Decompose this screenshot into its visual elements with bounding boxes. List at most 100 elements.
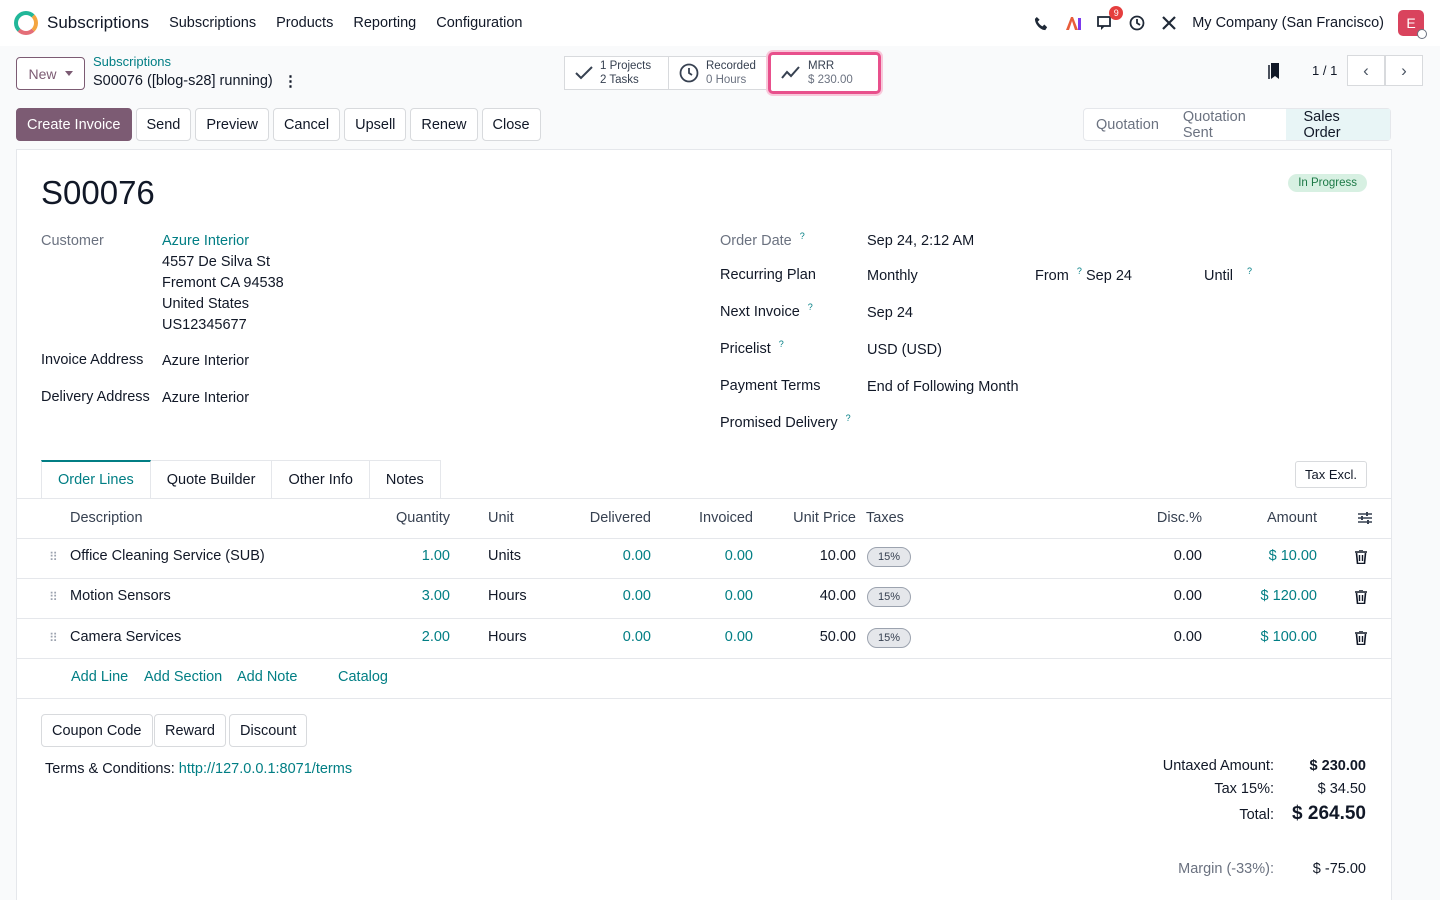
recorded-hours-smart-button[interactable]: Recorded 0 Hours xyxy=(669,57,769,89)
menu-reporting[interactable]: Reporting xyxy=(353,15,416,31)
col-quantity[interactable]: Quantity xyxy=(350,510,450,526)
close-button[interactable]: Close xyxy=(481,108,541,141)
app-logo-icon[interactable] xyxy=(14,11,38,35)
delete-line-icon[interactable] xyxy=(1355,630,1369,647)
pager-previous-button[interactable]: ‹ xyxy=(1347,55,1385,86)
line-invoiced[interactable]: 0.00 xyxy=(653,629,753,645)
reward-button[interactable]: Reward xyxy=(154,714,226,747)
stage-sales-order[interactable]: Sales Order xyxy=(1285,109,1390,141)
help-icon[interactable]: ? xyxy=(1077,266,1082,276)
col-invoiced[interactable]: Invoiced xyxy=(653,510,753,526)
app-name[interactable]: Subscriptions xyxy=(47,13,149,33)
preview-button[interactable]: Preview xyxy=(195,108,269,141)
line-delivered[interactable]: 0.00 xyxy=(551,629,651,645)
tab-order-lines[interactable]: Order Lines xyxy=(41,460,151,499)
tax-excl-toggle[interactable]: Tax Excl. xyxy=(1294,461,1367,488)
next-invoice-field[interactable]: Sep 24 xyxy=(867,305,913,321)
line-description[interactable]: Office Cleaning Service (SUB) xyxy=(70,548,265,564)
add-section-link[interactable]: Add Section xyxy=(144,669,222,685)
coupon-code-button[interactable]: Coupon Code xyxy=(41,714,153,747)
invoice-address-field[interactable]: Azure Interior xyxy=(162,353,249,369)
tab-other-info[interactable]: Other Info xyxy=(272,460,370,499)
line-discount[interactable]: 0.00 xyxy=(1102,629,1202,645)
help-icon[interactable]: ? xyxy=(1247,266,1252,276)
help-icon[interactable]: ? xyxy=(846,413,851,423)
col-delivered[interactable]: Delivered xyxy=(551,510,651,526)
line-discount[interactable]: 0.00 xyxy=(1102,548,1202,564)
drag-handle-icon[interactable]: ⠿ xyxy=(49,590,58,604)
col-disc[interactable]: Disc.% xyxy=(1102,510,1202,526)
tools-icon[interactable] xyxy=(1160,14,1178,32)
delete-line-icon[interactable] xyxy=(1355,549,1369,566)
mrr-smart-button[interactable]: MRR $ 230.00 xyxy=(768,52,881,94)
actions-menu-icon[interactable]: ⋮ xyxy=(283,72,298,90)
catalog-link[interactable]: Catalog xyxy=(338,669,388,685)
line-unit[interactable]: Units xyxy=(488,548,521,564)
col-amount[interactable]: Amount xyxy=(1217,510,1317,526)
delivery-address-field[interactable]: Azure Interior xyxy=(162,390,249,406)
chat-icon[interactable]: 9 xyxy=(1096,6,1124,32)
send-button[interactable]: Send xyxy=(135,108,192,141)
bookmark-icon[interactable] xyxy=(1268,62,1282,85)
company-switcher[interactable]: My Company (San Francisco) xyxy=(1192,15,1384,31)
renew-button[interactable]: Renew xyxy=(410,108,478,141)
pricelist-field[interactable]: USD (USD) xyxy=(867,342,942,358)
menu-configuration[interactable]: Configuration xyxy=(436,15,522,31)
col-description[interactable]: Description xyxy=(70,510,143,526)
line-unit[interactable]: Hours xyxy=(488,588,527,604)
line-quantity[interactable]: 3.00 xyxy=(350,588,450,604)
projects-smart-button[interactable]: 1 Projects 2 Tasks xyxy=(565,57,669,89)
stage-quotation-sent[interactable]: Quotation Sent xyxy=(1171,109,1286,141)
line-quantity[interactable]: 1.00 xyxy=(350,548,450,564)
create-invoice-button[interactable]: Create Invoice xyxy=(16,108,132,141)
tax-tag[interactable]: 15% xyxy=(867,547,911,567)
ai-icon[interactable] xyxy=(1064,14,1082,32)
order-date-field[interactable]: Sep 24, 2:12 AM xyxy=(867,233,974,249)
tab-notes[interactable]: Notes xyxy=(369,460,441,499)
line-unit-price[interactable]: 10.00 xyxy=(756,548,856,564)
help-icon[interactable]: ? xyxy=(779,339,784,349)
user-avatar[interactable]: E xyxy=(1398,10,1427,39)
customer-link[interactable]: Azure Interior xyxy=(162,233,249,249)
phone-icon[interactable] xyxy=(1032,14,1050,32)
from-date-field[interactable]: Sep 24 xyxy=(1086,268,1132,284)
line-description[interactable]: Camera Services xyxy=(70,629,181,645)
line-unit[interactable]: Hours xyxy=(488,629,527,645)
line-unit-price[interactable]: 50.00 xyxy=(756,629,856,645)
line-delivered[interactable]: 0.00 xyxy=(551,548,651,564)
stage-quotation[interactable]: Quotation xyxy=(1084,117,1171,133)
line-delivered[interactable]: 0.00 xyxy=(551,588,651,604)
add-note-link[interactable]: Add Note xyxy=(237,669,297,685)
optional-columns-icon[interactable] xyxy=(1358,511,1372,528)
discount-button[interactable]: Discount xyxy=(229,714,308,747)
delete-line-icon[interactable] xyxy=(1355,589,1369,606)
tab-quote-builder[interactable]: Quote Builder xyxy=(150,460,273,499)
tax-tag[interactable]: 15% xyxy=(867,587,911,607)
clock-icon[interactable] xyxy=(1128,14,1146,32)
terms-link[interactable]: http://127.0.0.1:8071/terms xyxy=(179,761,352,777)
payment-terms-field[interactable]: End of Following Month xyxy=(867,379,1019,395)
add-line-link[interactable]: Add Line xyxy=(71,669,128,685)
tax-tag[interactable]: 15% xyxy=(867,628,911,648)
col-unit-price[interactable]: Unit Price xyxy=(756,510,856,526)
col-taxes[interactable]: Taxes xyxy=(866,510,904,526)
drag-handle-icon[interactable]: ⠿ xyxy=(49,550,58,564)
pager-value[interactable]: 1 / 1 xyxy=(1312,63,1337,78)
line-invoiced[interactable]: 0.00 xyxy=(653,548,753,564)
new-button[interactable]: New xyxy=(16,57,85,90)
cancel-button[interactable]: Cancel xyxy=(272,108,341,141)
recurring-plan-field[interactable]: Monthly xyxy=(867,268,918,284)
pager-next-button[interactable]: › xyxy=(1385,55,1423,86)
breadcrumb-parent[interactable]: Subscriptions xyxy=(93,54,171,69)
line-invoiced[interactable]: 0.00 xyxy=(653,588,753,604)
col-unit[interactable]: Unit xyxy=(488,510,514,526)
drag-handle-icon[interactable]: ⠿ xyxy=(49,631,58,645)
line-discount[interactable]: 0.00 xyxy=(1102,588,1202,604)
upsell-button[interactable]: Upsell xyxy=(344,108,407,141)
menu-products[interactable]: Products xyxy=(276,15,333,31)
line-unit-price[interactable]: 40.00 xyxy=(756,588,856,604)
help-icon[interactable]: ? xyxy=(808,302,813,312)
line-description[interactable]: Motion Sensors xyxy=(70,588,171,604)
help-icon[interactable]: ? xyxy=(800,231,805,241)
line-quantity[interactable]: 2.00 xyxy=(350,629,450,645)
